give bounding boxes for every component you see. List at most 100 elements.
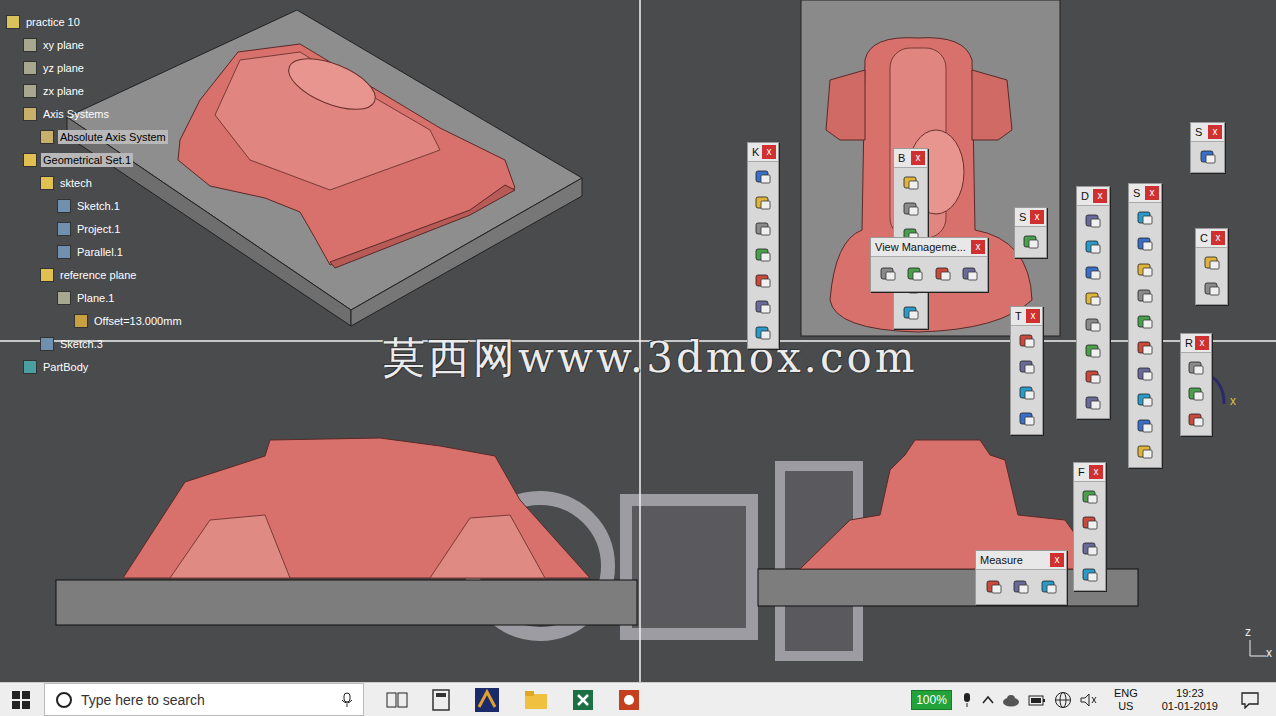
notifications-icon[interactable] (1240, 691, 1260, 709)
powerpoint-icon[interactable] (618, 689, 640, 711)
toolbar-button[interactable] (1133, 413, 1157, 439)
toolbar-button[interactable] (958, 261, 982, 287)
toolbar-button[interactable] (1133, 361, 1157, 387)
toolbar-button[interactable] (899, 196, 923, 222)
tree-item[interactable]: xy plane (2, 33, 184, 56)
toolbar-button[interactable] (751, 216, 775, 242)
toolbar-button[interactable] (1133, 387, 1157, 413)
toolbar-button[interactable] (1081, 208, 1105, 234)
tree-item[interactable]: Project.1 (2, 217, 184, 240)
toolbar-button[interactable] (982, 574, 1006, 600)
tree-label[interactable]: Sketch.1 (75, 199, 122, 213)
toolbar-button[interactable] (1078, 562, 1102, 588)
calculator-icon[interactable] (432, 689, 450, 711)
toolbar[interactable]: S x (1128, 183, 1162, 468)
toolbar-button[interactable] (876, 261, 900, 287)
toolbar-button[interactable] (1037, 574, 1061, 600)
compass-icon[interactable] (1210, 376, 1224, 404)
close-button[interactable]: x (1050, 553, 1064, 567)
toolbar-button[interactable] (1081, 338, 1105, 364)
task-view-icon[interactable] (386, 691, 408, 709)
toolbar-button[interactable] (1081, 364, 1105, 390)
tree-item[interactable]: reference plane (2, 263, 184, 286)
toolbar-header[interactable]: C x (1196, 229, 1227, 248)
toolbar-button[interactable] (1081, 390, 1105, 416)
chevron-up-icon[interactable] (982, 695, 994, 705)
toolbar-button[interactable] (1133, 335, 1157, 361)
search-box[interactable]: Type here to search (44, 683, 364, 716)
toolbar-header[interactable]: T x (1011, 307, 1042, 326)
battery-level[interactable]: 100% (911, 690, 952, 710)
toolbar-header[interactable]: Measure x (976, 551, 1066, 570)
microphone-icon[interactable] (341, 692, 353, 708)
close-button[interactable]: x (1093, 189, 1107, 203)
tree-item[interactable]: Axis Systems (2, 102, 184, 125)
toolbar-button[interactable] (1015, 380, 1039, 406)
excel-icon[interactable] (572, 689, 594, 711)
toolbar-button[interactable] (1081, 312, 1105, 338)
tree-item[interactable]: Absolute Axis System (2, 125, 184, 148)
tree-label[interactable]: Geometrical Set.1 (41, 153, 133, 167)
tree-label[interactable]: Sketch.3 (58, 337, 105, 351)
tree-item[interactable]: Parallel.1 (2, 240, 184, 263)
toolbar-button[interactable] (1200, 250, 1224, 276)
toolbar-button[interactable] (751, 242, 775, 268)
toolbar-button[interactable] (1184, 407, 1208, 433)
toolbar[interactable]: C x (1195, 228, 1228, 305)
toolbar-button[interactable] (931, 261, 955, 287)
toolbar-header[interactable]: R x (1181, 334, 1211, 353)
tree-item[interactable]: sktech (2, 171, 184, 194)
toolbar-header[interactable]: K x (748, 143, 778, 162)
tree-label[interactable]: Offset=13.000mm (92, 314, 184, 328)
volume-icon[interactable] (1080, 693, 1098, 707)
toolbar-button[interactable] (751, 294, 775, 320)
toolbar-header[interactable]: S x (1015, 208, 1046, 227)
tree-label[interactable]: zx plane (41, 84, 86, 98)
toolbar-button[interactable] (899, 170, 923, 196)
toolbar-button[interactable] (1133, 439, 1157, 465)
toolbar-button[interactable] (1015, 406, 1039, 432)
toolbar-button[interactable] (1081, 234, 1105, 260)
tree-item[interactable]: Sketch.3 (2, 332, 184, 355)
toolbar-button[interactable] (1133, 309, 1157, 335)
toolbar[interactable]: T x (1010, 306, 1043, 435)
tree-item[interactable]: PartBody (2, 355, 184, 378)
close-button[interactable]: x (762, 145, 776, 159)
tree-label[interactable]: PartBody (41, 360, 90, 374)
toolbar-button[interactable] (1184, 355, 1208, 381)
toolbar[interactable]: Measure x (975, 550, 1067, 605)
toolbar-button[interactable] (1015, 354, 1039, 380)
tree-label[interactable]: Axis Systems (41, 107, 111, 121)
close-button[interactable]: x (971, 240, 985, 254)
close-button[interactable]: x (1195, 336, 1209, 350)
tree-label[interactable]: xy plane (41, 38, 86, 52)
tree-label[interactable]: reference plane (58, 268, 138, 282)
close-button[interactable]: x (911, 151, 925, 165)
close-button[interactable]: x (1026, 309, 1040, 323)
tree-label[interactable]: sktech (58, 176, 94, 190)
close-button[interactable]: x (1211, 231, 1225, 245)
toolbar-header[interactable]: S x (1129, 184, 1161, 203)
toolbar-button[interactable] (1184, 381, 1208, 407)
tree-label[interactable]: practice 10 (24, 15, 82, 29)
toolbar-button[interactable] (1078, 510, 1102, 536)
toolbar-button[interactable] (1133, 257, 1157, 283)
close-button[interactable]: x (1030, 210, 1044, 224)
tree-item[interactable]: Offset=13.000mm (2, 309, 184, 332)
toolbar[interactable]: S x (1190, 122, 1225, 173)
toolbar-button[interactable] (1196, 144, 1220, 170)
tree-label[interactable]: Plane.1 (75, 291, 116, 305)
toolbar-header[interactable]: F x (1074, 463, 1105, 482)
catia-app-icon[interactable] (474, 687, 500, 713)
toolbar-button[interactable] (751, 164, 775, 190)
toolbar-header[interactable]: S x (1191, 123, 1224, 142)
toolbar[interactable]: D x (1076, 186, 1110, 419)
clock[interactable]: 19:2301-01-2019 (1162, 687, 1218, 713)
toolbar[interactable]: View Manageme... x (870, 237, 988, 292)
tree-label[interactable]: Absolute Axis System (58, 130, 168, 144)
toolbar-button[interactable] (751, 320, 775, 346)
toolbar-button[interactable] (1133, 283, 1157, 309)
tree-label[interactable]: Parallel.1 (75, 245, 125, 259)
file-explorer-icon[interactable] (524, 690, 548, 710)
tree-item[interactable]: practice 10 (2, 10, 184, 33)
